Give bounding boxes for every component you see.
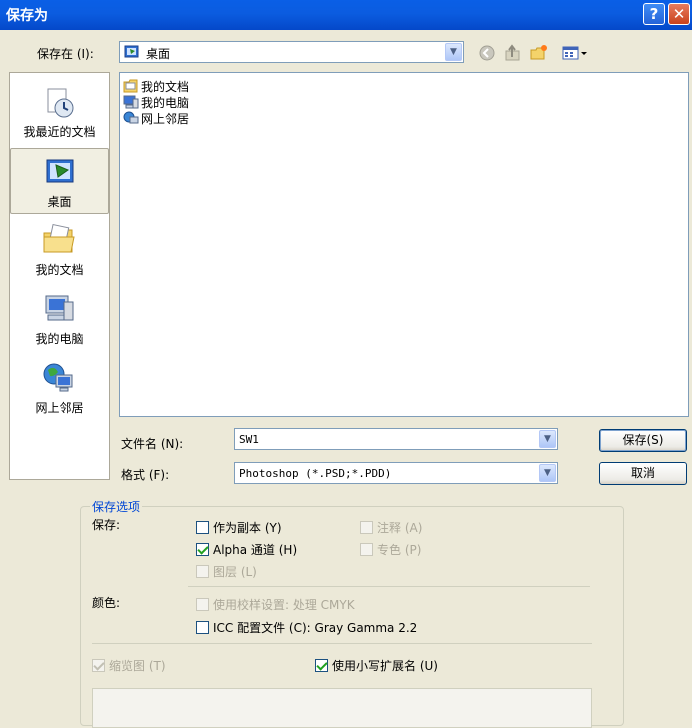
checkbox-box [360, 521, 373, 534]
place-label: 我的文档 [35, 263, 84, 277]
new-folder-icon[interactable] [530, 44, 548, 62]
alpha-channel-checkbox[interactable]: Alpha 通道 (H) [196, 541, 297, 558]
warning-area [92, 688, 592, 728]
alpha-channel-label: Alpha 通道 (H) [213, 543, 298, 557]
as-copy-checkbox[interactable]: 作为副本 (Y) [196, 519, 282, 536]
annotations-checkbox: 注释 (A) [360, 519, 422, 536]
list-item[interactable]: 网上邻居 [123, 111, 189, 127]
help-button[interactable]: ? [643, 3, 665, 25]
filename-label: 文件名 (N): [121, 437, 184, 451]
place-label: 我的电脑 [35, 332, 84, 346]
file-name: 我的电脑 [141, 96, 190, 110]
spot-colors-label: 专色 (P) [377, 543, 422, 557]
checkbox-box[interactable] [196, 621, 209, 634]
icc-profile-checkbox[interactable]: ICC 配置文件 (C): Gray Gamma 2.2 [196, 619, 417, 636]
window-title: 保存为 [6, 8, 48, 24]
proof-setup-label: 使用校样设置: 处理 CMYK [213, 598, 355, 612]
save-section-label: 保存: [92, 518, 121, 532]
cancel-button[interactable]: 取消 [599, 462, 687, 485]
place-desktop[interactable]: 桌面 [10, 148, 109, 214]
back-icon[interactable] [478, 44, 496, 62]
color-section-label: 颜色: [92, 596, 121, 610]
chevron-down-icon[interactable]: ▼ [445, 43, 462, 61]
place-recent[interactable]: 我最近的文档 [10, 79, 109, 145]
save-in-label: 保存在 (I): [37, 47, 94, 61]
save-in-value: 桌面 [146, 47, 171, 61]
place-my-documents[interactable]: 我的文档 [10, 217, 109, 283]
layers-label: 图层 (L) [213, 565, 257, 579]
save-button[interactable]: 保存(S) [599, 429, 687, 452]
spot-colors-checkbox: 专色 (P) [360, 541, 421, 558]
desktop-icon [46, 159, 74, 183]
file-name: 网上邻居 [141, 112, 190, 126]
file-name: 我的文档 [141, 80, 190, 94]
list-item[interactable]: 我的电脑 [123, 95, 189, 111]
my-documents-icon [43, 223, 75, 253]
computer-icon [123, 95, 139, 109]
network-places-icon [43, 363, 73, 392]
place-network[interactable]: 网上邻居 [10, 355, 109, 421]
divider [92, 643, 592, 644]
save-options-legend: 保存选项 [90, 498, 143, 515]
title-bar[interactable]: 保存为 ? ✕ [0, 0, 692, 30]
place-label: 网上邻居 [35, 401, 84, 415]
checkbox-box[interactable] [196, 543, 209, 556]
checkbox-box[interactable] [196, 521, 209, 534]
annotations-label: 注释 (A) [377, 521, 423, 535]
as-copy-label: 作为副本 (Y) [213, 521, 282, 535]
recent-documents-icon [47, 88, 74, 118]
list-item[interactable]: 我的文档 [123, 79, 189, 95]
layers-checkbox: 图层 (L) [196, 563, 257, 580]
lowercase-extension-label: 使用小写扩展名 (U) [332, 659, 438, 673]
thumbnail-checkbox: 缩览图 (T) [92, 657, 166, 674]
format-dropdown[interactable]: Photoshop (*.PSD;*.PDD) ▼ [234, 462, 558, 484]
checkbox-box [196, 598, 209, 611]
place-my-computer[interactable]: 我的电脑 [10, 286, 109, 352]
up-folder-icon[interactable] [504, 44, 522, 62]
format-label: 格式 (F): [121, 468, 170, 482]
checkbox-box [196, 565, 209, 578]
places-bar: 我最近的文档 桌面 我的文档 我的电脑 网上邻居 [9, 72, 110, 480]
thumbnail-label: 缩览图 (T) [109, 659, 166, 673]
filename-value[interactable]: SW1 [239, 433, 259, 446]
chevron-down-icon[interactable]: ▼ [539, 430, 556, 448]
chevron-down-icon[interactable]: ▼ [539, 464, 556, 482]
proof-setup-checkbox: 使用校样设置: 处理 CMYK [196, 596, 355, 613]
save-in-dropdown[interactable]: 桌面 ▼ [119, 41, 464, 63]
checkbox-box[interactable] [315, 659, 328, 672]
network-icon [123, 111, 139, 124]
filename-input[interactable]: SW1 ▼ [234, 428, 558, 450]
desktop-icon [124, 45, 139, 58]
view-menu-icon[interactable] [562, 44, 588, 62]
checkbox-box [360, 543, 373, 556]
place-label: 我最近的文档 [23, 125, 96, 139]
folder-icon [123, 79, 138, 93]
my-computer-icon [45, 295, 74, 321]
format-value: Photoshop (*.PSD;*.PDD) [239, 467, 392, 480]
divider [188, 586, 590, 587]
lowercase-extension-checkbox[interactable]: 使用小写扩展名 (U) [315, 657, 438, 674]
file-list[interactable]: 我的文档 我的电脑 网上邻居 [119, 72, 689, 417]
close-button[interactable]: ✕ [668, 3, 690, 25]
place-label: 桌面 [47, 195, 72, 209]
checkbox-box [92, 659, 105, 672]
icc-profile-label: ICC 配置文件 (C): Gray Gamma 2.2 [213, 621, 418, 635]
